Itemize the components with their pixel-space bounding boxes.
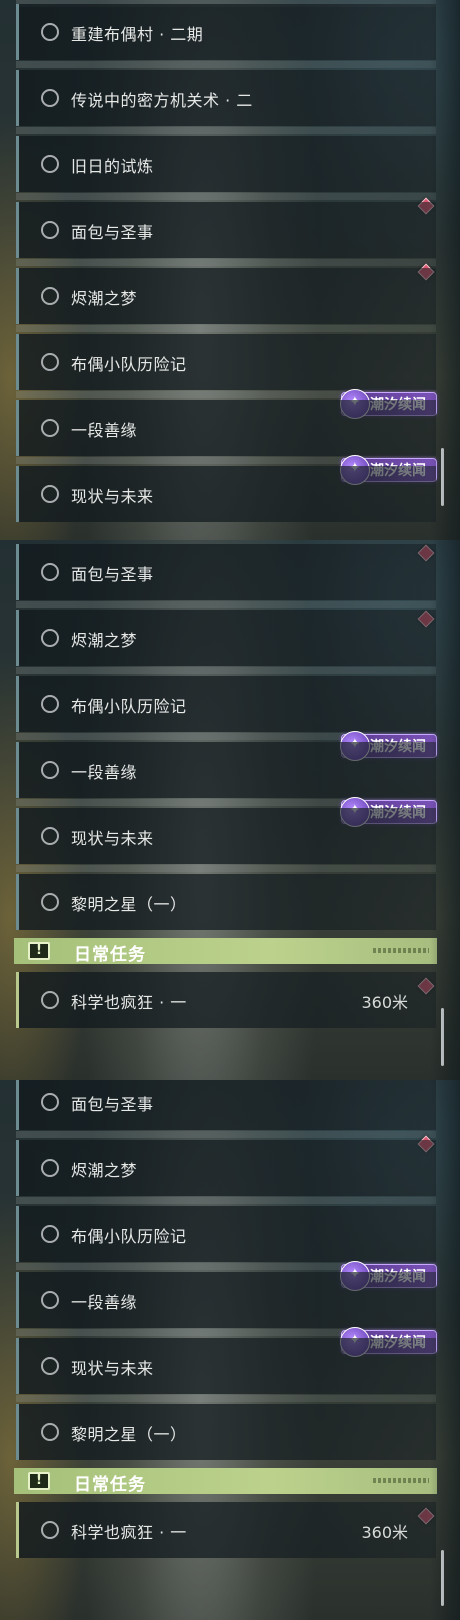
quest-status-circle-icon [41,89,59,107]
quest-title: 一段善缘 [71,421,138,440]
quest-title: 旧日的试炼 [71,157,154,176]
quest-status-circle-icon [41,1093,59,1111]
scrollbar-thumb[interactable] [441,448,444,506]
quest-title: 布偶小队历险记 [71,1227,187,1246]
quest-status-circle-icon [41,1423,59,1441]
row-separator [16,667,436,674]
quest-title: 科学也疯狂 · 一 [71,993,187,1012]
quest-status-circle-icon [41,991,59,1009]
quest-title: 布偶小队历险记 [71,697,187,716]
quest-status-circle-icon [41,287,59,305]
quest-item[interactable]: 布偶小队历险记 [16,676,436,732]
quest-list-panel-1: 重建布偶村 · 二期 传说中的密方机关术 · 二 旧日的试炼 面包与圣事 烬潮之… [0,0,460,540]
quest-title: 现状与未来 [71,487,154,506]
quest-status-circle-icon [41,761,59,779]
row-separator [16,1197,436,1204]
quest-item[interactable]: 面包与圣事 [16,1080,436,1130]
quest-title: 现状与未来 [71,1359,154,1378]
quest-status-circle-icon [41,1357,59,1375]
quest-status-circle-icon [41,629,59,647]
daily-tasks-header[interactable]: ! 日常任务 [14,938,437,965]
quest-item[interactable]: 重建布偶村 · 二期 [16,4,436,60]
quest-item[interactable]: 烬潮之梦 [16,268,436,324]
quest-item[interactable]: 烬潮之梦 [16,1140,436,1196]
row-separator [16,259,436,266]
quest-status-circle-icon [41,419,59,437]
quest-status-circle-icon [41,353,59,371]
quest-item[interactable]: 一段善缘 [16,742,436,798]
daily-tasks-title: 日常任务 [74,1475,146,1495]
quest-title: 布偶小队历险记 [71,355,187,374]
quest-status-circle-icon [41,1521,59,1539]
daily-tasks-header[interactable]: ! 日常任务 [14,1468,437,1495]
scrollbar-thumb[interactable] [441,1008,444,1066]
quest-title: 烬潮之梦 [71,1161,138,1180]
quest-title: 黎明之星（一） [71,895,187,914]
quest-list-panel-2: 面包与圣事 烬潮之梦 布偶小队历险记 潮汐续闻 一段善缘 潮汐续闻 现状与未来 … [0,540,460,1080]
quest-item[interactable]: 现状与未来 [16,808,436,864]
quest-item[interactable]: 布偶小队历险记 [16,1206,436,1262]
quest-item[interactable]: 现状与未来 [16,1338,436,1394]
quest-title: 传说中的密方机关术 · 二 [71,91,253,110]
quest-list-panel-3: 面包与圣事 烬潮之梦 布偶小队历险记 潮汐续闻 一段善缘 潮汐续闻 现状与未来 … [0,1080,460,1620]
quest-item[interactable]: 面包与圣事 [16,544,436,600]
quest-title: 面包与圣事 [71,223,154,242]
row-separator [16,61,436,68]
quest-status-circle-icon [41,1159,59,1177]
row-separator [16,325,436,332]
quest-item[interactable]: 旧日的试炼 [16,136,436,192]
quest-title: 面包与圣事 [71,1095,154,1114]
row-separator [16,865,436,872]
exclamation-icon: ! [28,1472,50,1490]
scrollbar-thumb[interactable] [441,1550,444,1606]
quest-item[interactable]: 现状与未来 [16,466,436,522]
quest-title: 一段善缘 [71,1293,138,1312]
quest-title: 烬潮之梦 [71,631,138,650]
quest-item[interactable]: 黎明之星（一） [16,1404,436,1460]
quest-title: 黎明之星（一） [71,1425,187,1444]
row-separator [16,601,436,608]
row-separator [16,1131,436,1138]
quest-status-circle-icon [41,485,59,503]
header-decoration [373,948,429,953]
exclamation-icon: ! [28,942,50,960]
row-separator [16,193,436,200]
quest-item[interactable]: 布偶小队历险记 [16,334,436,390]
quest-item[interactable]: 一段善缘 [16,400,436,456]
quest-title: 重建布偶村 · 二期 [71,25,204,44]
daily-tasks-title: 日常任务 [74,945,146,965]
quest-status-circle-icon [41,1225,59,1243]
quest-status-circle-icon [41,221,59,239]
daily-quest-item[interactable]: 科学也疯狂 · 一 360米 [16,1502,436,1558]
quest-distance: 360米 [361,1523,408,1542]
quest-item[interactable]: 一段善缘 [16,1272,436,1328]
quest-status-circle-icon [41,1291,59,1309]
quest-title: 现状与未来 [71,829,154,848]
row-separator [16,127,436,134]
quest-title: 面包与圣事 [71,565,154,584]
quest-item[interactable]: 黎明之星（一） [16,874,436,930]
row-separator [16,1395,436,1402]
quest-status-circle-icon [41,827,59,845]
quest-distance: 360米 [361,993,408,1012]
quest-status-circle-icon [41,23,59,41]
quest-status-circle-icon [41,695,59,713]
quest-status-circle-icon [41,893,59,911]
quest-title: 烬潮之梦 [71,289,138,308]
daily-quest-item[interactable]: 科学也疯狂 · 一 360米 [16,972,436,1028]
quest-title: 科学也疯狂 · 一 [71,1523,187,1542]
quest-item[interactable]: 传说中的密方机关术 · 二 [16,70,436,126]
quest-item[interactable]: 烬潮之梦 [16,610,436,666]
quest-title: 一段善缘 [71,763,138,782]
quest-status-circle-icon [41,155,59,173]
header-decoration [373,1478,429,1483]
quest-status-circle-icon [41,563,59,581]
quest-item[interactable]: 面包与圣事 [16,202,436,258]
